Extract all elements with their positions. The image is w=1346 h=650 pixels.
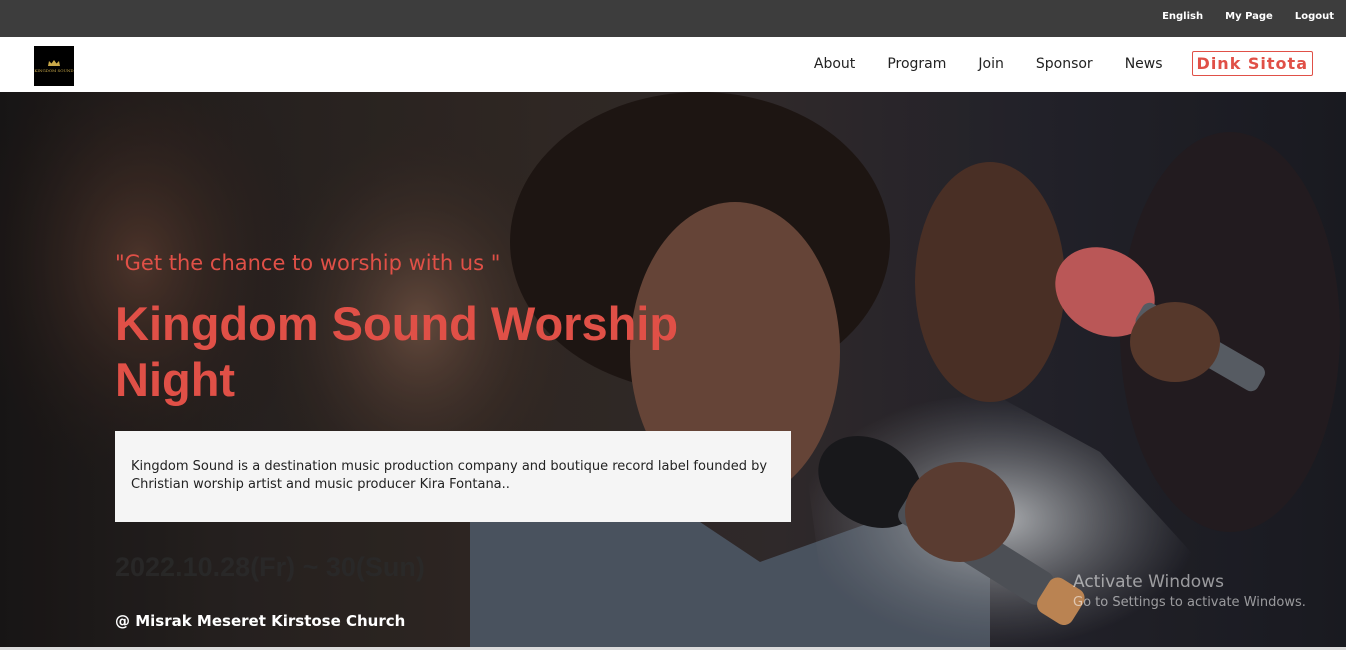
event-venue: @ Misrak Meseret Kirstose Church	[115, 612, 406, 630]
main-navbar: KINGDOM SOUND About Program Join Sponsor…	[0, 37, 1346, 92]
crown-icon	[48, 59, 60, 66]
utility-links: English My Page Logout	[1162, 11, 1334, 22]
hero-description: Kingdom Sound is a destination music pro…	[131, 459, 768, 492]
hero-title: Kingdom Sound Worship Night	[115, 297, 679, 406]
nav-join[interactable]: Join	[978, 56, 1003, 72]
site-logo[interactable]: KINGDOM SOUND	[34, 46, 74, 86]
watermark-subtitle: Go to Settings to activate Windows.	[1073, 595, 1306, 610]
event-dates: 2022.10.28(Fr) ~ 30(Sun)	[115, 552, 425, 582]
hero-description-box: Kingdom Sound is a destination music pro…	[115, 431, 791, 522]
nav-news[interactable]: News	[1125, 56, 1163, 72]
top-utility-bar: English My Page Logout	[0, 0, 1346, 37]
primary-nav: About Program Join Sponsor News Dink Sit…	[814, 51, 1313, 76]
nav-about[interactable]: About	[814, 56, 855, 72]
my-page-link[interactable]: My Page	[1225, 11, 1273, 22]
logout-link[interactable]: Logout	[1295, 11, 1334, 22]
logo-text: KINGDOM SOUND	[34, 67, 74, 73]
hero-section: "Get the chance to worship with us " Kin…	[0, 92, 1346, 647]
watermark-title: Activate Windows	[1073, 572, 1224, 592]
language-link[interactable]: English	[1162, 11, 1203, 22]
activate-windows-watermark: Activate Windows Go to Settings to activ…	[1073, 572, 1306, 610]
nav-program[interactable]: Program	[887, 56, 946, 72]
hero-tagline: "Get the chance to worship with us "	[115, 251, 501, 275]
dink-sitota-button[interactable]: Dink Sitota	[1191, 51, 1313, 76]
nav-sponsor[interactable]: Sponsor	[1036, 56, 1093, 72]
